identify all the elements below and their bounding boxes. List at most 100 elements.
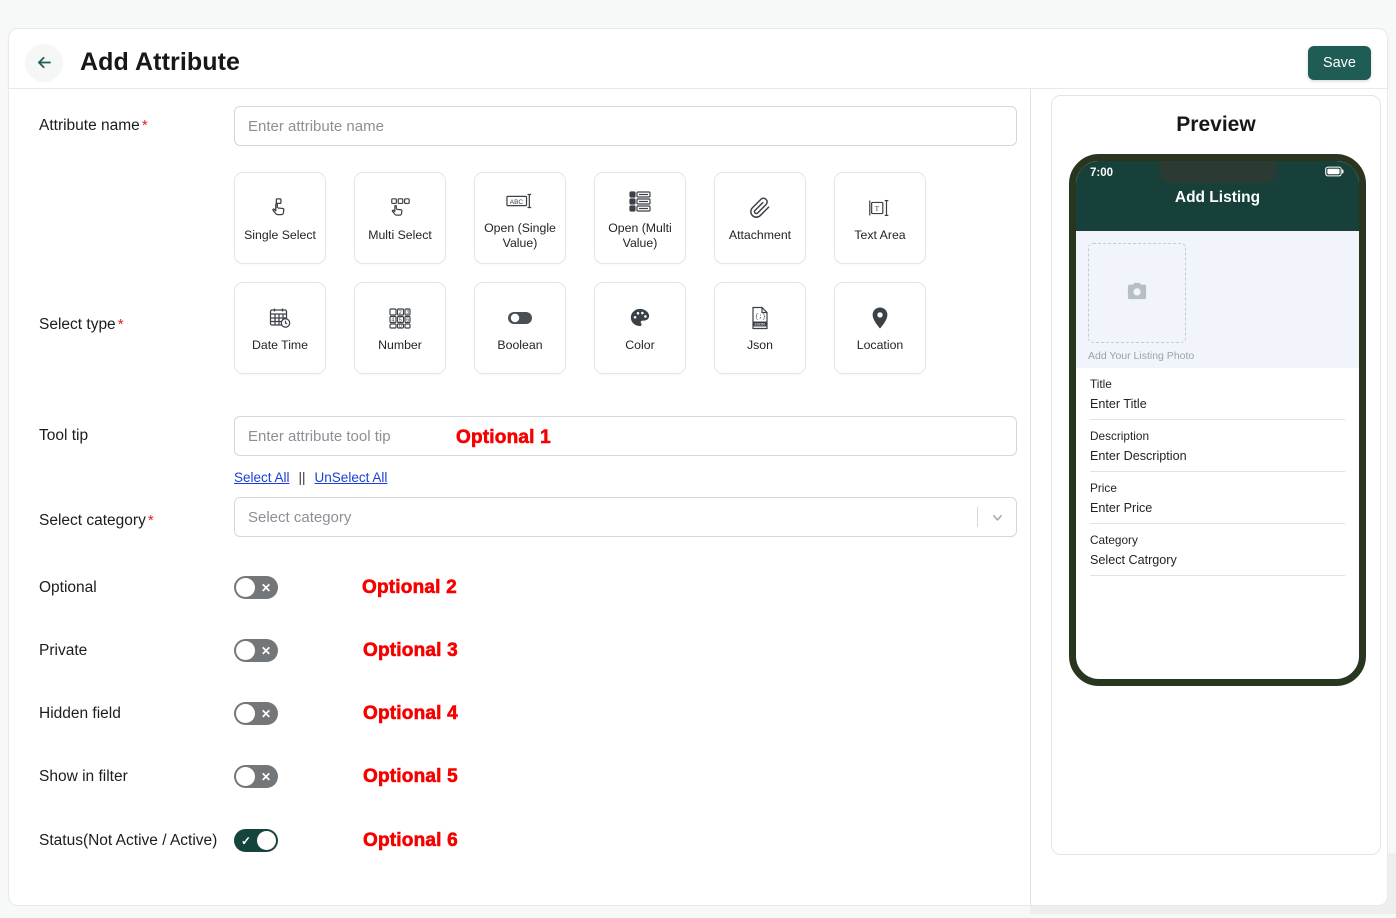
tool-tip-input[interactable] — [234, 416, 1017, 456]
type-option-boolean[interactable]: Boolean — [474, 282, 566, 374]
page-title: Add Attribute — [80, 48, 240, 77]
chevron-down-icon[interactable] — [978, 510, 1016, 525]
type-option-label: Attachment — [725, 228, 795, 243]
color-palette-icon — [629, 303, 651, 333]
toggle-knob — [236, 578, 255, 597]
show-in-filter-label: Show in filter — [9, 767, 234, 786]
photo-dropzone[interactable] — [1088, 243, 1186, 343]
svg-text:T: T — [875, 204, 880, 213]
map-pin-icon — [870, 303, 890, 333]
type-option-multi-select[interactable]: Multi Select — [354, 172, 446, 264]
toggle-knob — [236, 767, 255, 786]
preview-field-value[interactable]: Select Catrgory — [1090, 553, 1345, 567]
preview-field-title: Title Enter Title — [1090, 368, 1345, 420]
type-option-grid: Single Select Multi Select — [234, 172, 1017, 374]
optional-toggle[interactable]: ✕ — [234, 576, 278, 599]
toggle-mark: ✕ — [254, 645, 278, 657]
page-body: Attribute name* Select type* — [8, 88, 1388, 906]
type-option-open-single-value[interactable]: ABC Open (Single Value) — [474, 172, 566, 264]
type-option-attachment[interactable]: Attachment — [714, 172, 806, 264]
svg-text:6: 6 — [406, 318, 409, 324]
field-private: Private ✕ Optional 3 — [9, 639, 1030, 662]
show-in-filter-toggle[interactable]: ✕ — [234, 765, 278, 788]
field-show-in-filter: Show in filter ✕ Optional 5 — [9, 765, 1030, 788]
number-keypad-icon: 2 3 4 5 6 0 — [388, 303, 412, 333]
type-option-open-multi-value[interactable]: Open (Multi Value) — [594, 172, 686, 264]
svg-text:JSON: JSON — [754, 322, 765, 327]
annotation-optional-3: Optional 3 — [363, 640, 458, 662]
preview-card: Preview 7:00 — [1051, 95, 1381, 855]
toggle-switch-icon — [507, 303, 533, 333]
toggle-knob — [257, 831, 276, 850]
phone-nav-title: Add Listing — [1076, 185, 1359, 207]
camera-icon — [1126, 281, 1148, 306]
photo-caption: Add Your Listing Photo — [1088, 350, 1347, 362]
category-bulk-links: Select All || UnSelect All — [234, 470, 1017, 485]
field-optional: Optional ✕ Optional 2 — [9, 576, 1030, 599]
preview-field-category: Category Select Catrgory — [1090, 524, 1345, 576]
preview-field-label: Title — [1090, 377, 1345, 391]
preview-field-label: Description — [1090, 429, 1345, 443]
preview-field-value[interactable]: Enter Title — [1090, 397, 1345, 411]
save-button[interactable]: Save — [1308, 46, 1371, 80]
unselect-all-link[interactable]: UnSelect All — [315, 470, 388, 485]
abc-text-input-icon: ABC — [506, 186, 534, 216]
preview-field-label: Category — [1090, 533, 1345, 547]
preview-field-value[interactable]: Enter Description — [1090, 449, 1345, 463]
required-marker: * — [118, 316, 124, 333]
preview-field-description: Description Enter Description — [1090, 420, 1345, 472]
attribute-name-label: Attribute name* — [9, 116, 234, 136]
field-attribute-name: Attribute name* — [9, 106, 1030, 146]
preview-field-label: Price — [1090, 481, 1345, 495]
type-option-text-area[interactable]: T Text Area — [834, 172, 926, 264]
attribute-name-input[interactable] — [234, 106, 1017, 146]
field-status: Status(Not Active / Active) ✓ Optional 6 — [9, 829, 1030, 852]
attribute-form: Attribute name* Select type* — [9, 89, 1031, 905]
field-select-type: Select type* Single Select — [9, 172, 1030, 374]
photo-upload-area[interactable]: Add Your Listing Photo — [1076, 231, 1359, 368]
annotation-optional-2: Optional 2 — [362, 577, 457, 599]
type-option-label: Open (Multi Value) — [595, 221, 685, 251]
battery-icon — [1325, 166, 1345, 180]
field-hidden-field: Hidden field ✕ Optional 4 — [9, 702, 1030, 725]
type-option-label: Single Select — [240, 228, 320, 243]
svg-text:4: 4 — [391, 318, 394, 324]
select-all-link[interactable]: Select All — [234, 470, 290, 485]
select-type-label: Select type* — [9, 211, 234, 335]
type-option-number[interactable]: 2 3 4 5 6 0 Number — [354, 282, 446, 374]
status-label: Status(Not Active / Active) — [9, 831, 234, 850]
annotation-optional-4: Optional 4 — [363, 703, 458, 725]
svg-text:3: 3 — [406, 310, 409, 316]
pointer-multi-select-icon — [388, 193, 412, 223]
type-option-color[interactable]: Color — [594, 282, 686, 374]
toggle-knob — [236, 704, 255, 723]
private-toggle[interactable]: ✕ — [234, 639, 278, 662]
arrow-left-icon — [35, 53, 54, 72]
type-option-location[interactable]: Location — [834, 282, 926, 374]
phone-mockup: 7:00 Add Listing — [1069, 154, 1366, 686]
type-option-label: Boolean — [493, 338, 546, 353]
preview-field-value[interactable]: Enter Price — [1090, 501, 1345, 515]
link-separator: || — [299, 470, 306, 485]
select-category-label: Select category* — [9, 477, 234, 531]
toggle-mark: ✕ — [254, 771, 278, 783]
hidden-field-toggle[interactable]: ✕ — [234, 702, 278, 725]
required-marker: * — [142, 117, 148, 134]
preview-field-price: Price Enter Price — [1090, 472, 1345, 524]
status-toggle[interactable]: ✓ — [234, 829, 278, 852]
annotation-optional-6: Optional 6 — [363, 830, 458, 852]
type-option-single-select[interactable]: Single Select — [234, 172, 326, 264]
type-option-label: Json — [743, 338, 777, 353]
type-option-label: Text Area — [850, 228, 909, 243]
select-category-dropdown[interactable]: Select category — [234, 497, 1017, 537]
text-area-icon: T — [867, 193, 893, 223]
type-option-label: Color — [621, 338, 658, 353]
type-option-json[interactable]: {;} JSON Json — [714, 282, 806, 374]
select-category-placeholder: Select category — [235, 509, 977, 526]
back-button[interactable] — [25, 44, 63, 82]
list-rows-icon — [628, 186, 652, 216]
required-marker: * — [148, 512, 154, 529]
svg-text:2: 2 — [399, 310, 402, 316]
calendar-clock-icon — [268, 303, 292, 333]
type-option-date-time[interactable]: Date Time — [234, 282, 326, 374]
